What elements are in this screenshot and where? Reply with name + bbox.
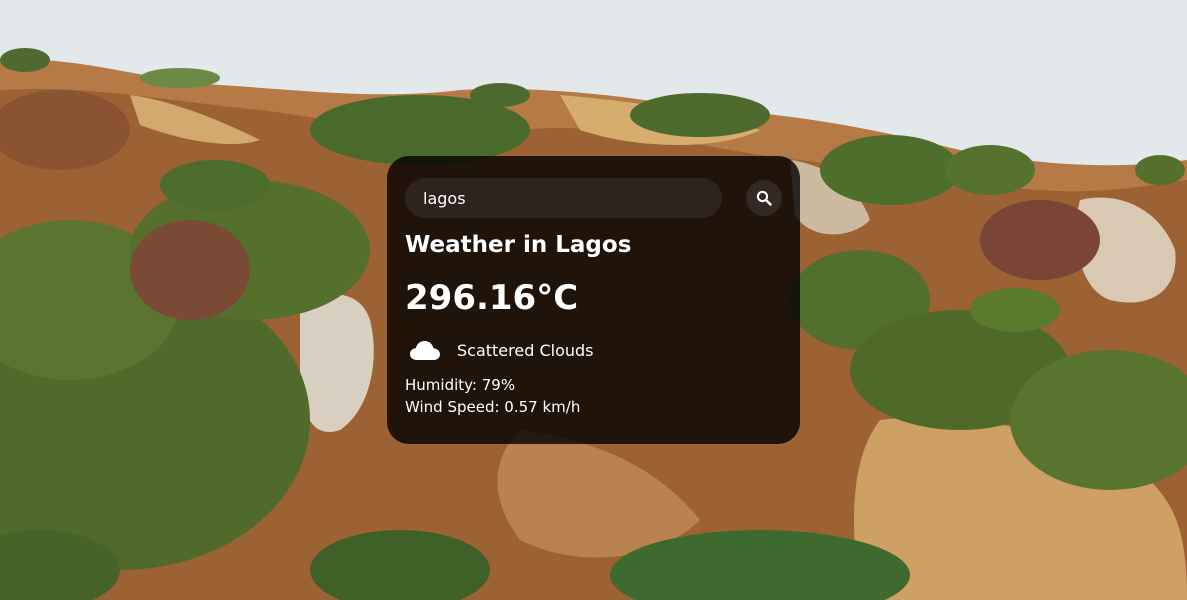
wind-speed-text: Wind Speed: 0.57 km/h: [405, 398, 581, 416]
cloud-icon: [409, 336, 443, 364]
search-bar: [405, 178, 782, 218]
humidity-text: Humidity: 79%: [405, 376, 516, 394]
weather-condition: Scattered Clouds: [405, 336, 782, 364]
search-input[interactable]: [405, 178, 723, 218]
search-icon: [756, 190, 772, 206]
city-heading: Weather in Lagos: [405, 232, 632, 258]
condition-description: Scattered Clouds: [457, 340, 594, 360]
weather-card: Weather in Lagos 296.16°C Scattered Clou…: [387, 156, 800, 444]
temperature: 296.16°C: [405, 278, 579, 318]
search-button[interactable]: [746, 180, 782, 216]
